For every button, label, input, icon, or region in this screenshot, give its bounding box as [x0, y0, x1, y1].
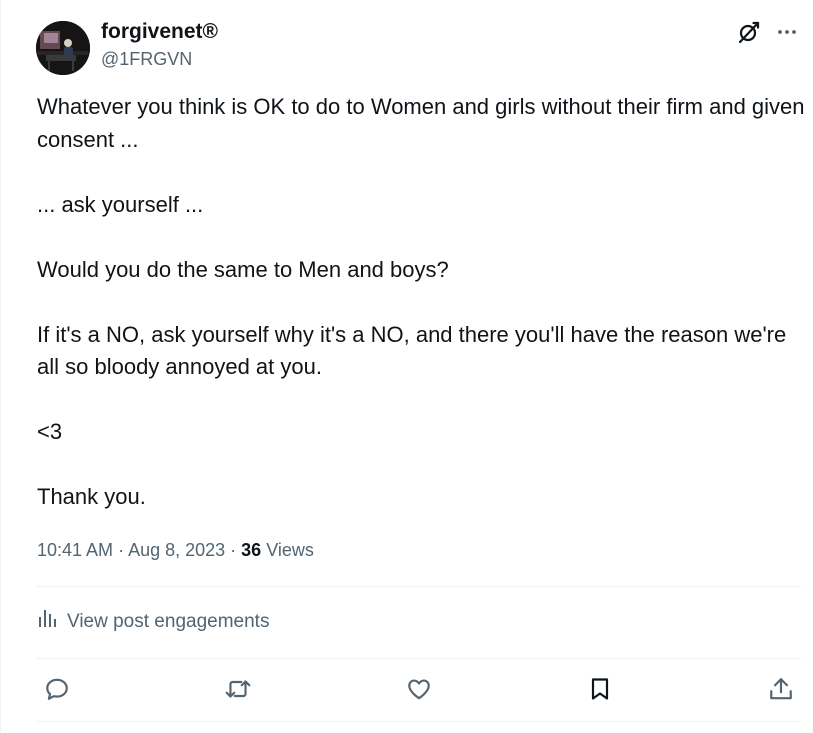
post-paragraph: Would you do the same to Men and boys?: [37, 256, 449, 282]
repost-button[interactable]: [221, 674, 255, 708]
action-bar: [36, 670, 801, 710]
like-button[interactable]: [402, 674, 436, 708]
author-handle[interactable]: @1FRGVN: [101, 48, 192, 70]
post: forgivenet® @1FRGVN Whatever you think i…: [0, 0, 813, 733]
divider: [36, 658, 801, 659]
more-icon[interactable]: [774, 19, 800, 45]
reply-button[interactable]: [40, 674, 74, 708]
post-meta: 10:41 AM · Aug 8, 2023 · 36 Views: [37, 537, 314, 563]
reply-icon: [44, 676, 70, 707]
divider: [36, 721, 801, 722]
post-paragraph: ... ask yourself ...: [37, 191, 204, 217]
share-icon: [768, 676, 794, 707]
view-engagements-link[interactable]: View post engagements: [37, 606, 269, 638]
post-paragraph: Whatever you think is OK to do to Women …: [37, 94, 805, 152]
views-label: Views: [266, 540, 314, 560]
meta-separator: ·: [225, 540, 242, 560]
repost-icon: [224, 676, 252, 707]
post-time[interactable]: 10:41 AM: [37, 540, 113, 560]
post-paragraph: Thank you.: [37, 484, 146, 509]
avatar[interactable]: [36, 21, 90, 75]
meta-separator: ·: [113, 540, 129, 560]
view-engagements-label: View post engagements: [67, 611, 270, 632]
like-icon: [406, 676, 432, 707]
share-button[interactable]: [764, 674, 798, 708]
divider: [36, 586, 801, 587]
post-paragraph: If it's a NO, ask yourself why it's a NO…: [37, 321, 787, 380]
views-count: 36: [241, 540, 262, 560]
analytics-icon: [37, 606, 59, 638]
post-paragraph: <3: [37, 419, 63, 444]
bookmark-button[interactable]: [583, 674, 617, 708]
post-header-actions: [736, 19, 800, 45]
bookmark-icon: [588, 676, 612, 707]
post-text: Whatever you think is OK to do to Women …: [37, 91, 807, 514]
post-date[interactable]: Aug 8, 2023: [128, 540, 225, 560]
grok-icon[interactable]: [736, 19, 762, 45]
author-name[interactable]: forgivenet®: [101, 19, 218, 45]
